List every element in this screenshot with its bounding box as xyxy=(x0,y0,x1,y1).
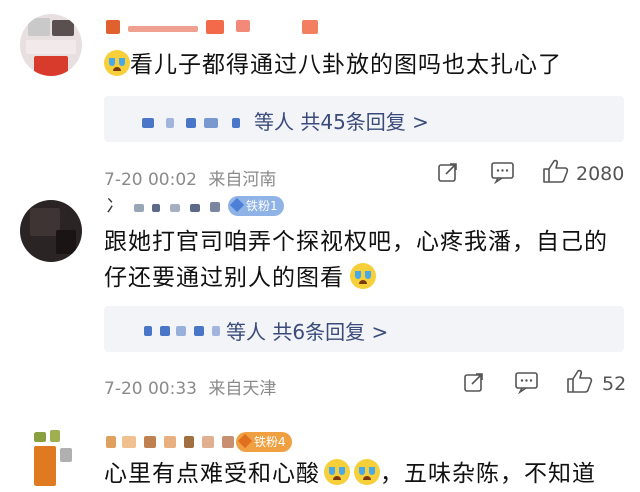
crying-face-icon xyxy=(104,50,130,76)
comment-body-part1: 心里有点难受和心酸 xyxy=(104,461,320,487)
reply-summary-text[interactable]: 等人 共6条回复 > xyxy=(226,316,388,345)
thumbs-up-icon[interactable] xyxy=(566,368,594,400)
avatar[interactable] xyxy=(20,200,82,262)
comment-icon[interactable] xyxy=(490,160,516,190)
comment-body-part2: ，五味杂陈，不知道 xyxy=(380,461,596,487)
comment-meta: 7-20 00:33 来自天津 xyxy=(104,374,276,399)
comment-body-line1: 跟她打官司咱弄个探视权吧，心疼我潘，自己的 xyxy=(104,229,608,255)
username-blurred[interactable] xyxy=(106,432,246,450)
comment-body: 看儿子都得通过八卦放的图吗也太扎心了 xyxy=(130,52,562,78)
comment-text: 看儿子都得通过八卦放的图吗也太扎心了 xyxy=(104,47,562,83)
username-blurred[interactable] xyxy=(106,18,326,36)
comment-time: 7-20 00:02 xyxy=(104,170,197,190)
share-icon[interactable] xyxy=(436,160,460,190)
reply-summary-text[interactable]: 等人 共45条回复 > xyxy=(254,106,429,135)
crying-face-icon xyxy=(354,459,380,485)
thumbs-up-icon[interactable] xyxy=(542,158,570,190)
like-count: 2080 xyxy=(576,163,625,185)
comment-icon[interactable] xyxy=(514,370,540,400)
reply-summary-box[interactable]: 等人 共45条回复 > xyxy=(104,96,624,142)
comment-meta: 7-20 00:02 来自河南 xyxy=(104,165,276,190)
fan-badge: 铁粉1 xyxy=(228,196,284,216)
comment-location: 来自天津 xyxy=(208,379,277,399)
share-icon[interactable] xyxy=(462,370,486,400)
username-fragment: 冫 xyxy=(106,196,124,217)
comment-time: 7-20 00:33 xyxy=(104,379,197,399)
comment-text: 跟她打官司咱弄个探视权吧，心疼我潘，自己的 仔还要通过别人的图看 xyxy=(104,224,608,296)
comment-location: 来自河南 xyxy=(208,170,277,190)
avatar[interactable] xyxy=(20,428,82,490)
comment-text: 心里有点难受和心酸 ，五味杂陈，不知道 xyxy=(104,456,596,492)
crying-face-icon xyxy=(350,263,376,289)
crying-face-icon xyxy=(324,459,350,485)
fan-badge: 铁粉4 xyxy=(236,432,292,452)
username-blurred[interactable]: 冫 xyxy=(106,196,226,217)
like-count: 52 xyxy=(602,373,627,395)
reply-summary-box[interactable]: 等人 共6条回复 > xyxy=(104,306,624,352)
comment-body-line2: 仔还要通过别人的图看 xyxy=(104,260,608,296)
avatar[interactable] xyxy=(20,14,82,76)
